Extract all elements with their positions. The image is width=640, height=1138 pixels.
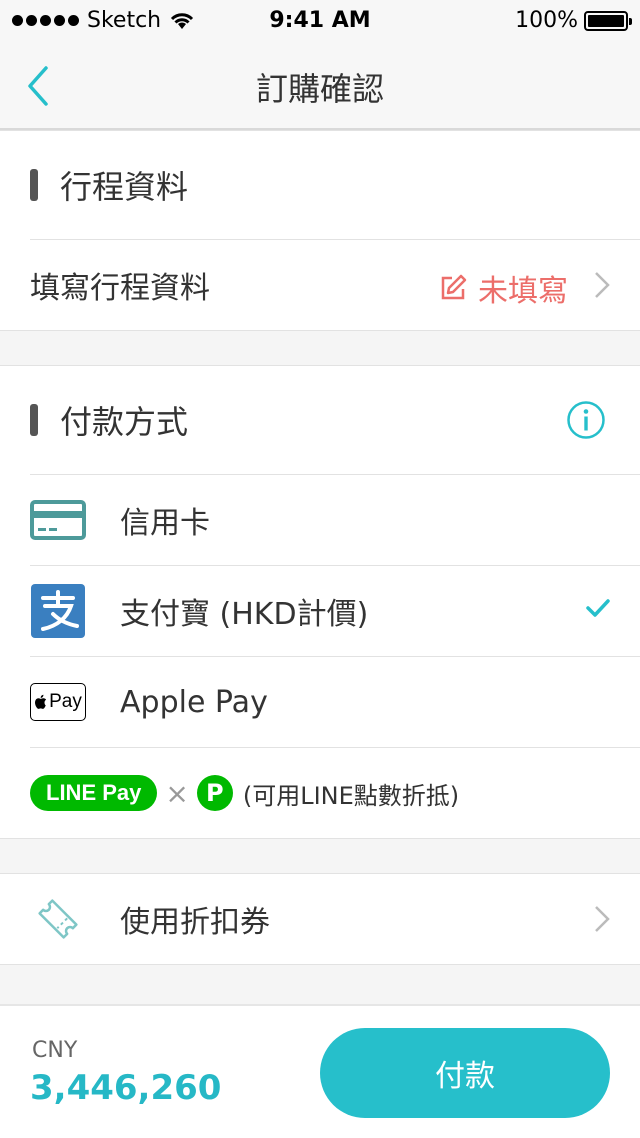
- itinerary-header: 行程資料: [0, 131, 640, 239]
- line-points-icon: P: [196, 775, 233, 811]
- payment-option-label: 支付寶 (HKD計價): [120, 597, 369, 632]
- credit-card-icon: [30, 500, 86, 540]
- navigation-bar: 訂購確認: [0, 40, 640, 130]
- section-marker: [30, 169, 38, 201]
- checkmark-icon: [586, 599, 610, 617]
- fill-itinerary-label: 填寫行程資料: [30, 271, 210, 306]
- section-title: 行程資料: [60, 168, 189, 206]
- line-pay-promo-row[interactable]: LINE Pay × P (可用LINE點數折抵): [30, 747, 640, 838]
- checkout-bar: CNY 3,446,260 付款: [0, 1004, 640, 1138]
- page-title: 訂購確認: [255, 70, 384, 108]
- alipay-icon: [31, 584, 85, 638]
- section-title: 付款方式: [60, 403, 189, 441]
- apple-logo-icon: [35, 694, 47, 709]
- total-amount: 3,446,260: [30, 1068, 222, 1108]
- chevron-right-icon: [595, 906, 610, 932]
- section-marker: [30, 404, 38, 436]
- payment-option-apple-pay[interactable]: Pay Apple Pay: [30, 656, 640, 747]
- currency-label: CNY: [32, 1038, 78, 1063]
- payment-option-label: 信用卡: [120, 506, 210, 541]
- line-pay-badge: LINE Pay: [30, 775, 158, 811]
- battery-icon: [584, 10, 632, 31]
- status-bar-right: 100%: [515, 8, 632, 33]
- edit-icon: [441, 274, 467, 300]
- coupon-section: 使用折扣券: [0, 873, 640, 965]
- times-symbol: ×: [165, 776, 189, 810]
- itinerary-section: 行程資料 填寫行程資料 未填寫: [0, 130, 640, 331]
- payment-section: 付款方式 信用卡 支付寶 (HKD計價) Pay Apple Pay LINE …: [0, 365, 640, 839]
- apple-pay-icon: Pay: [30, 683, 86, 721]
- payment-option-alipay[interactable]: 支付寶 (HKD計價): [30, 565, 640, 656]
- info-icon[interactable]: [566, 400, 606, 440]
- battery-percent: 100%: [515, 8, 578, 33]
- pay-button[interactable]: 付款: [320, 1028, 610, 1118]
- ticket-icon: [38, 899, 78, 939]
- payment-option-label: Apple Pay: [120, 684, 268, 720]
- use-coupon-label: 使用折扣券: [120, 905, 270, 940]
- apple-pay-badge-text: Pay: [49, 691, 82, 712]
- line-points-note: (可用LINE點數折抵): [242, 781, 460, 810]
- fill-itinerary-row[interactable]: 填寫行程資料 未填寫: [30, 239, 640, 330]
- itinerary-status: 未填寫: [438, 266, 568, 310]
- status-bar: Sketch 9:41 AM 100%: [0, 0, 640, 40]
- chevron-right-icon: [595, 272, 610, 298]
- payment-header: 付款方式: [0, 366, 640, 474]
- use-coupon-row[interactable]: 使用折扣券: [30, 874, 640, 964]
- payment-option-credit-card[interactable]: 信用卡: [30, 474, 640, 565]
- status-unfilled-text: 未填寫: [478, 274, 568, 309]
